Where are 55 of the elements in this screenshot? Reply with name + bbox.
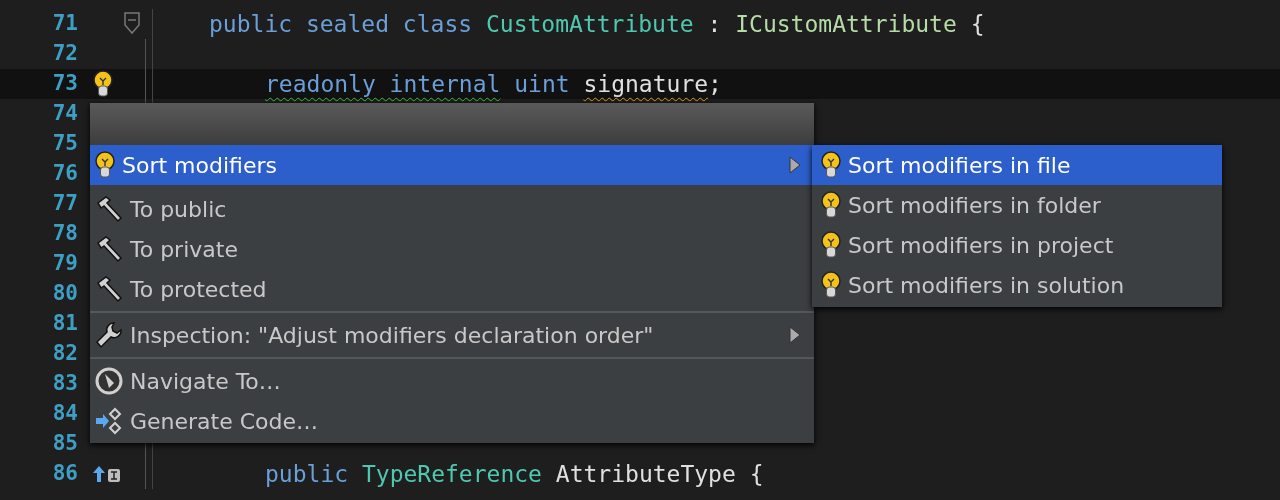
code-token: AttributeType — [554, 459, 736, 489]
lightbulb-icon — [92, 70, 114, 98]
line-number: 74 — [51, 100, 78, 128]
line-number: 85 — [51, 430, 78, 458]
wrench-icon — [94, 320, 124, 350]
hammer-icon — [94, 274, 124, 304]
line-number: 75 — [51, 130, 78, 158]
code-token: public — [265, 459, 349, 489]
line-number: 86 — [51, 460, 78, 488]
compass-icon — [94, 366, 124, 396]
hammer-icon — [94, 234, 124, 264]
menu-item[interactable]: To public — [90, 189, 814, 229]
line-number: 84 — [51, 400, 78, 428]
line-number: 72 — [51, 40, 78, 68]
menu-item[interactable]: Generate Code… — [90, 401, 814, 441]
code-token: readonly internal — [265, 69, 501, 99]
code-token: ; — [708, 69, 722, 99]
code-token: ICustomAttribute — [734, 9, 957, 39]
submenu-triangle-icon — [788, 325, 802, 345]
submenu-triangle-icon — [788, 155, 802, 175]
fold-marker-icon[interactable] — [122, 11, 142, 37]
menu-item[interactable]: Sort modifiers — [90, 145, 814, 185]
line-number: 83 — [51, 370, 78, 398]
code-token: { — [748, 459, 764, 489]
menu-item[interactable]: Sort modifiers in folder — [812, 185, 1222, 225]
line-number: 73 — [51, 70, 78, 98]
line-number: 78 — [51, 220, 78, 248]
line-number: 77 — [51, 190, 78, 218]
menu-item[interactable]: Sort modifiers in project — [812, 225, 1222, 265]
line-number: 79 — [51, 250, 78, 278]
line-number: 71 — [51, 10, 78, 38]
hammer-icon — [94, 194, 124, 224]
menu-item[interactable]: Inspection: "Adjust modifiers declaration order" — [90, 315, 814, 355]
code-token: CustomAttribute — [484, 9, 694, 39]
code-token: uint — [513, 69, 570, 99]
code-token: { — [969, 9, 985, 39]
menu-item[interactable]: To private — [90, 229, 814, 269]
lightbulb-icon — [820, 191, 842, 219]
code-token: public sealed class — [209, 9, 473, 39]
code-token: TypeReference — [360, 459, 542, 489]
lightbulb-icon — [820, 231, 842, 259]
lightbulb-icon — [820, 271, 842, 299]
code-token: : — [706, 9, 722, 39]
line-number: 80 — [51, 280, 78, 308]
lightbulb-icon — [820, 151, 842, 179]
menu-item[interactable]: Navigate To… — [90, 361, 814, 401]
menu-item[interactable]: Sort modifiers in file — [812, 145, 1222, 185]
line-number: 82 — [51, 340, 78, 368]
line-number: 81 — [51, 310, 78, 338]
menu-item[interactable]: Sort modifiers in solution — [812, 265, 1222, 305]
arrow-diamonds-icon — [94, 406, 124, 436]
menu-item[interactable]: To protected — [90, 269, 814, 309]
code-token: signature — [582, 69, 709, 99]
line-number: 76 — [51, 160, 78, 188]
lightbulb-icon — [94, 151, 116, 179]
